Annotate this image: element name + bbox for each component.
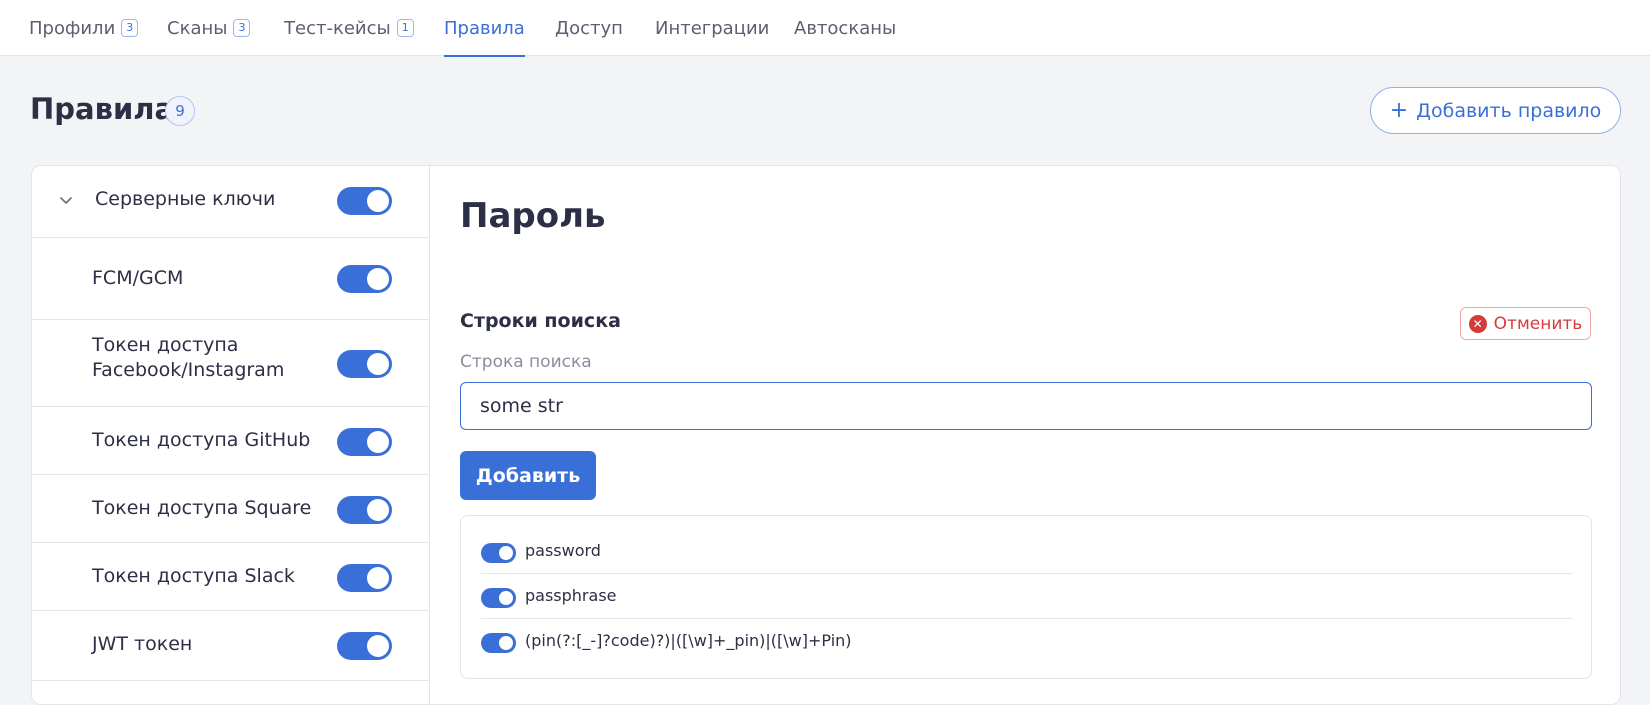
list-item: password xyxy=(481,529,1573,574)
tab-rules[interactable]: Правила xyxy=(444,0,525,57)
tab-label: Тест-кейсы xyxy=(284,17,391,39)
search-string-text: passphrase xyxy=(525,586,617,605)
top-navigation: Профили 3 Сканы 3 Тест-кейсы 1 Правила Д… xyxy=(0,0,1650,57)
string-toggle[interactable] xyxy=(481,633,516,653)
string-toggle[interactable] xyxy=(481,543,516,563)
tab-count-badge: 1 xyxy=(396,19,414,37)
tab-label: Автосканы xyxy=(794,17,897,39)
search-strings-list: password passphrase (pin(?:[_-]?code)?)|… xyxy=(460,515,1592,679)
tab-autoscans[interactable]: Автосканы xyxy=(794,0,896,56)
toggle-knob xyxy=(499,546,513,560)
search-string-text: (pin(?:[_-]?code)?)|([\w]+_pin)|([\w]+Pi… xyxy=(525,631,852,650)
tab-integrations[interactable]: Интеграции xyxy=(655,0,769,56)
cancel-button[interactable]: ✕ Отменить xyxy=(1460,307,1591,340)
sidebar-item-fcm-gcm[interactable]: FCM/GCM xyxy=(32,238,430,320)
sidebar-item-label: Токен доступа Slack xyxy=(92,565,295,587)
sidebar-item-facebook-instagram-token[interactable]: Токен доступа Facebook/Instagram xyxy=(32,320,430,407)
add-rule-button[interactable]: + Добавить правило xyxy=(1370,87,1621,134)
rule-title: Пароль xyxy=(460,196,606,236)
toggle-knob xyxy=(367,567,389,589)
rule-toggle[interactable] xyxy=(337,428,392,456)
sidebar-item-jwt-token[interactable]: JWT токен xyxy=(32,611,430,681)
string-toggle[interactable] xyxy=(481,588,516,608)
sidebar-item-label: Токен доступа Facebook/Instagram xyxy=(92,334,285,381)
sidebar-item-label: Токен доступа Square xyxy=(92,497,312,519)
toggle-knob xyxy=(499,636,513,650)
tab-label: Сканы xyxy=(167,17,228,39)
add-button[interactable]: Добавить xyxy=(460,451,596,500)
rule-toggle[interactable] xyxy=(337,632,392,660)
cancel-label: Отменить xyxy=(1493,313,1583,334)
search-string-text: password xyxy=(525,541,601,560)
rules-sidebar: Серверные ключи FCM/GCM Токен доступа Fa… xyxy=(32,166,430,704)
list-item: (pin(?:[_-]?code)?)|([\w]+_pin)|([\w]+Pi… xyxy=(481,619,1573,664)
tab-scans[interactable]: Сканы 3 xyxy=(167,0,251,56)
add-rule-label: Добавить правило xyxy=(1416,99,1602,122)
sidebar-item-label: JWT токен xyxy=(92,633,193,655)
chevron-down-icon[interactable] xyxy=(57,192,75,210)
rules-panel: Серверные ключи FCM/GCM Токен доступа Fa… xyxy=(31,165,1621,705)
group-toggle[interactable] xyxy=(337,187,392,215)
toggle-knob xyxy=(367,431,389,453)
search-strings-heading: Строки поиска xyxy=(460,310,621,332)
tab-label: Интеграции xyxy=(655,17,770,39)
rule-toggle[interactable] xyxy=(337,564,392,592)
toggle-knob xyxy=(367,190,389,212)
tab-label: Доступ xyxy=(555,17,623,39)
sidebar-item-square-token[interactable]: Токен доступа Square xyxy=(32,475,430,543)
rule-toggle[interactable] xyxy=(337,496,392,524)
tab-profiles[interactable]: Профили 3 xyxy=(29,0,139,56)
group-label: Серверные ключи xyxy=(95,188,276,210)
tab-label: Правила xyxy=(444,17,525,39)
toggle-knob xyxy=(499,591,513,605)
rules-count-badge: 9 xyxy=(165,96,195,126)
plus-icon: + xyxy=(1389,98,1409,123)
tab-label: Профили xyxy=(29,17,116,39)
page-title: Правила xyxy=(30,92,175,126)
rule-toggle[interactable] xyxy=(337,265,392,293)
tab-access[interactable]: Доступ xyxy=(555,0,623,56)
toggle-knob xyxy=(367,353,389,375)
toggle-knob xyxy=(367,635,389,657)
sidebar-item-label: FCM/GCM xyxy=(92,267,184,289)
sidebar-item-slack-token[interactable]: Токен доступа Slack xyxy=(32,543,430,611)
rule-group-server-keys[interactable]: Серверные ключи xyxy=(32,166,430,238)
search-string-input[interactable] xyxy=(460,382,1592,430)
list-item: passphrase xyxy=(481,574,1573,619)
rule-toggle[interactable] xyxy=(337,350,392,378)
sidebar-item-github-token[interactable]: Токен доступа GitHub xyxy=(32,407,430,475)
tab-test-cases[interactable]: Тест-кейсы 1 xyxy=(284,0,414,56)
close-circle-icon: ✕ xyxy=(1468,314,1487,333)
tab-count-badge: 3 xyxy=(121,19,139,37)
search-string-label: Строка поиска xyxy=(460,352,592,372)
sidebar-item-label: Токен доступа GitHub xyxy=(92,429,311,451)
toggle-knob xyxy=(367,499,389,521)
tab-count-badge: 3 xyxy=(233,19,251,37)
toggle-knob xyxy=(367,268,389,290)
